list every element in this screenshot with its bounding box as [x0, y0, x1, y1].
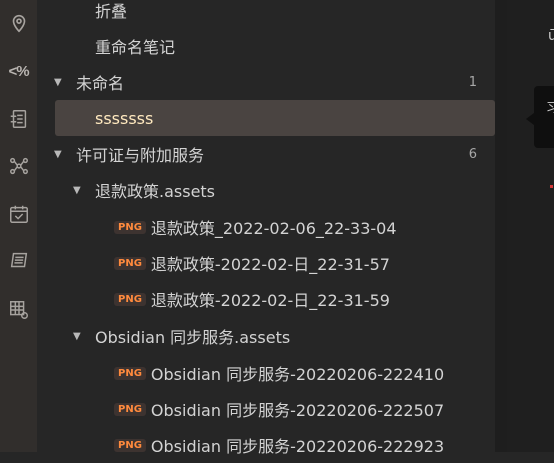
file-item-sssssss[interactable]: sssssss	[55, 100, 495, 136]
file-label: 退款政策-2022-02-日_22-31-59	[150, 291, 390, 310]
file-item-png[interactable]: PNG 退款政策_2022-02-06_22-33-04	[114, 209, 495, 245]
tooltip	[534, 86, 554, 148]
file-tree-icon[interactable]	[0, 105, 37, 133]
file-label: Obsidian 同步服务-20220206-222923	[150, 437, 445, 456]
slides-icon[interactable]	[0, 247, 37, 275]
folder-label: Obsidian 同步服务.assets	[95, 328, 291, 347]
folder-label: 许可证与附加服务	[76, 146, 205, 165]
editor-edge-text: ū	[548, 28, 554, 44]
folder-obsidian-sync-assets[interactable]: ▼ Obsidian 同步服务.assets	[73, 318, 495, 354]
png-badge: PNG	[114, 366, 146, 380]
file-label: 退款政策_2022-02-06_22-33-04	[150, 219, 397, 238]
caret-down-icon[interactable]: ▼	[54, 77, 66, 88]
file-label: Obsidian 同步服务-20220206-222410	[150, 365, 445, 384]
templater-icon[interactable]: <%	[0, 57, 37, 85]
file-item-png[interactable]: PNG Obsidian 同步服务-20220206-222507	[114, 391, 495, 427]
graph-icon[interactable]	[0, 152, 37, 180]
png-badge: PNG	[114, 292, 146, 306]
file-label: sssssss	[95, 108, 154, 128]
tooltip-text: 习	[546, 101, 554, 116]
folder-refund-assets[interactable]: ▼ 退款政策.assets	[73, 172, 495, 208]
file-item-png[interactable]: PNG 退款政策-2022-02-日_22-31-59	[114, 281, 495, 317]
row-label: 折叠	[95, 2, 128, 21]
png-badge: PNG	[114, 402, 146, 416]
context-menu-item-rename[interactable]: 重命名笔记	[95, 28, 495, 64]
file-explorer-pane: 折叠 重命名笔记 ▼ 未命名 1 sssssss ▼ 许可证与附加服务 6 ▼ …	[37, 0, 495, 456]
file-label: 退款政策-2022-02-日_22-31-57	[150, 255, 390, 274]
tooltip-arrow	[526, 113, 534, 125]
folder-label: 退款政策.assets	[95, 182, 216, 201]
caret-down-icon[interactable]: ▼	[73, 331, 85, 342]
folder-license-services[interactable]: ▼ 许可证与附加服务 6	[54, 136, 495, 172]
row-label: 重命名笔记	[95, 38, 176, 57]
grid-gear-icon[interactable]	[0, 296, 37, 324]
caret-down-icon[interactable]: ▼	[73, 185, 85, 196]
file-item-png[interactable]: PNG Obsidian 同步服务-20220206-222410	[114, 355, 495, 391]
error-marker	[550, 185, 553, 188]
editor-pane-edge	[507, 0, 554, 452]
pane-divider[interactable]	[495, 0, 507, 452]
folder-label: 未命名	[76, 74, 125, 93]
context-menu-item-fold[interactable]: 折叠	[95, 0, 495, 28]
file-label: Obsidian 同步服务-20220206-222507	[150, 401, 445, 420]
png-badge: PNG	[114, 220, 146, 234]
file-count: 1	[468, 74, 477, 90]
calendar-check-icon[interactable]	[0, 200, 37, 228]
png-badge: PNG	[114, 438, 146, 452]
caret-down-icon[interactable]: ▼	[54, 149, 66, 160]
file-item-png[interactable]: PNG 退款政策-2022-02-日_22-31-57	[114, 245, 495, 281]
map-pin-icon[interactable]	[0, 9, 37, 37]
left-ribbon: <%	[0, 0, 37, 452]
templater-label: <%	[8, 62, 29, 80]
folder-untitled[interactable]: ▼ 未命名 1	[54, 64, 495, 100]
png-badge: PNG	[114, 256, 146, 270]
file-count: 6	[468, 146, 477, 162]
file-item-png[interactable]: PNG Obsidian 同步服务-20220206-222923	[114, 427, 495, 463]
